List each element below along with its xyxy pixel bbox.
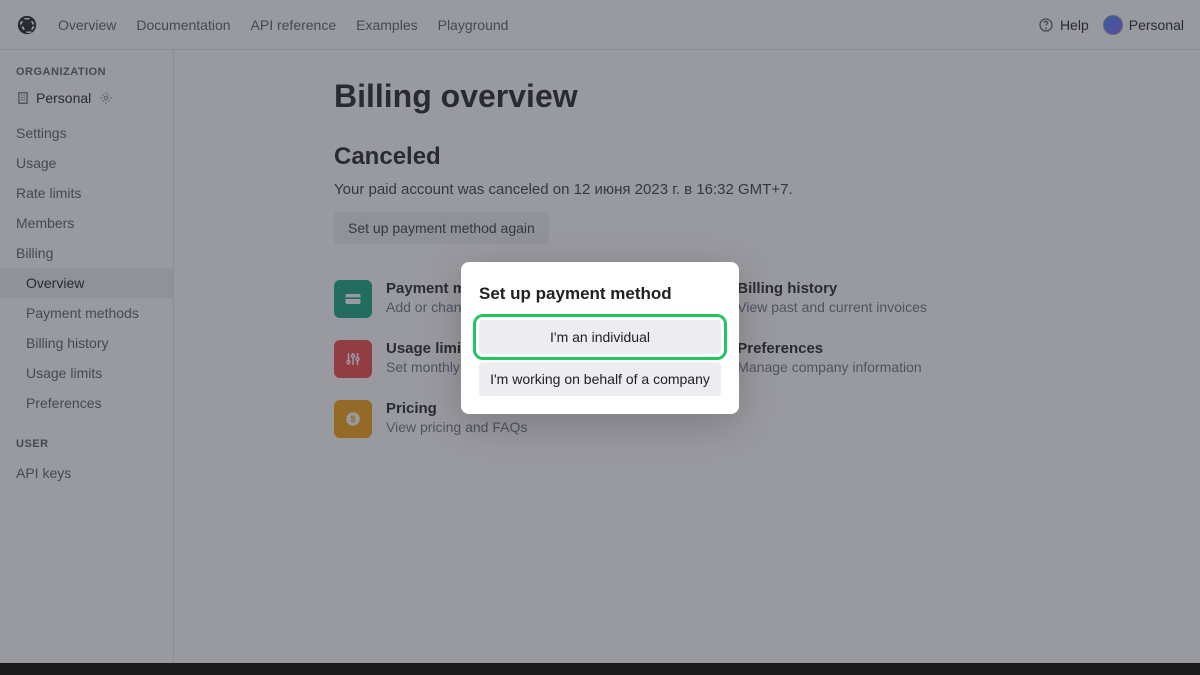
bottom-border <box>0 663 1200 675</box>
company-button[interactable]: I'm working on behalf of a company <box>479 362 721 396</box>
individual-button[interactable]: I'm an individual <box>479 320 721 354</box>
modal-title: Set up payment method <box>479 284 721 304</box>
payment-setup-modal: Set up payment method I'm an individual … <box>461 262 739 414</box>
modal-overlay[interactable]: Set up payment method I'm an individual … <box>0 0 1200 675</box>
